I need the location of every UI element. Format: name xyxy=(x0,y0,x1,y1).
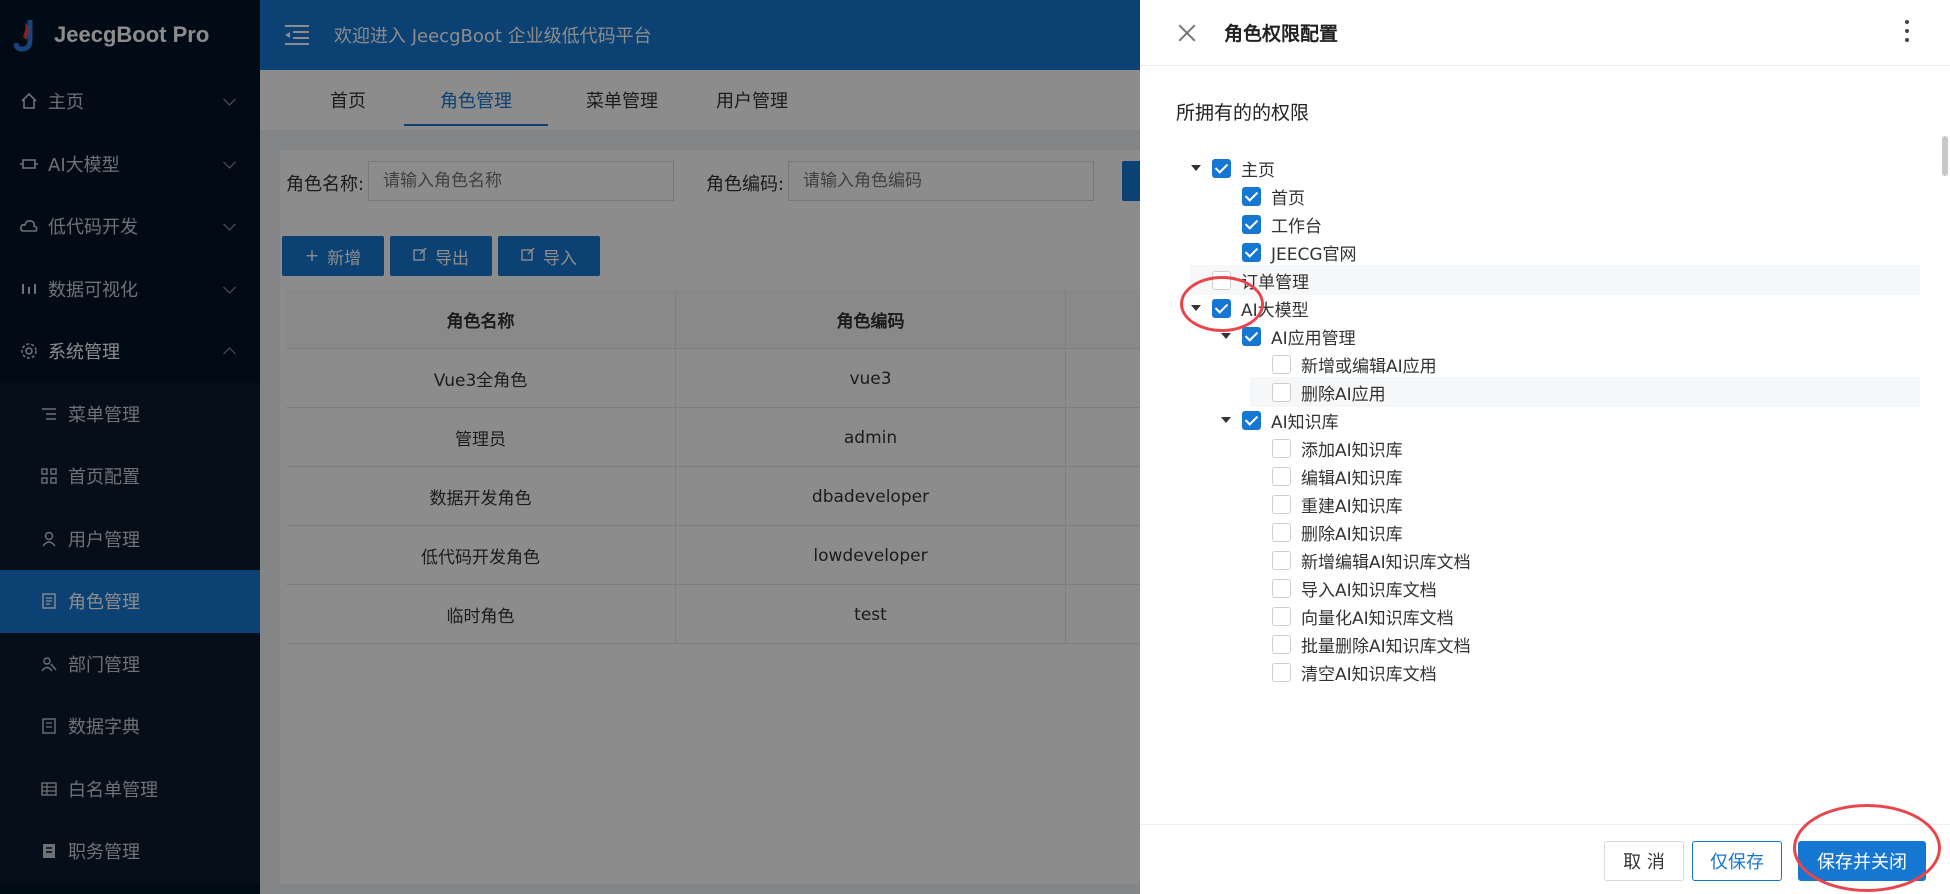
tree-node-kb-delete[interactable]: 删除AI知识库 xyxy=(1250,517,1403,547)
tree-checkbox[interactable] xyxy=(1272,550,1291,570)
annotation-circle-save-close xyxy=(1793,804,1941,892)
tree-checkbox[interactable] xyxy=(1272,382,1291,402)
tree-checkbox[interactable] xyxy=(1242,186,1261,206)
tree-node-workbench[interactable]: 工作台 xyxy=(1220,209,1322,239)
tree-checkbox[interactable] xyxy=(1212,158,1231,178)
tree-checkbox[interactable] xyxy=(1242,214,1261,234)
tree-node-label: 重建AI知识库 xyxy=(1301,496,1403,517)
tree-checkbox[interactable] xyxy=(1272,578,1291,598)
tree-node-label: 新增或编辑AI应用 xyxy=(1301,356,1437,377)
tree-node-jeecg-site[interactable]: JEECG官网 xyxy=(1220,237,1357,267)
tree-node-orders[interactable]: 订单管理 xyxy=(1190,265,1920,295)
close-icon[interactable] xyxy=(1176,22,1198,44)
tree-checkbox[interactable] xyxy=(1242,242,1261,262)
tree-checkbox[interactable] xyxy=(1272,438,1291,458)
tree-node-kb-edit[interactable]: 编辑AI知识库 xyxy=(1250,461,1403,491)
tree-node-ai-app-edit[interactable]: 新增或编辑AI应用 xyxy=(1250,349,1437,379)
tree-node-label: 主页 xyxy=(1241,160,1275,181)
tree-checkbox[interactable] xyxy=(1242,326,1261,346)
drawer-scrollbar[interactable] xyxy=(1942,136,1948,176)
tree-node-ai-app-delete[interactable]: 删除AI应用 xyxy=(1250,377,1920,407)
tree-node-label: 删除AI知识库 xyxy=(1301,524,1403,545)
tree-node-label: 首页 xyxy=(1271,188,1305,209)
tree-node-label: AI知识库 xyxy=(1271,412,1339,433)
tree-node-ai-kb[interactable]: AI知识库 xyxy=(1220,405,1339,435)
tree-node-label: 删除AI应用 xyxy=(1301,384,1386,405)
tree-checkbox[interactable] xyxy=(1272,522,1291,542)
tree-node-kb-doc-batch-delete[interactable]: 批量删除AI知识库文档 xyxy=(1250,629,1471,659)
tree-node-kb-doc-edit[interactable]: 新增编辑AI知识库文档 xyxy=(1250,545,1471,575)
tree-checkbox[interactable] xyxy=(1242,410,1261,430)
tree-node-home[interactable]: 主页 xyxy=(1190,153,1275,183)
tree-node-kb-doc-import[interactable]: 导入AI知识库文档 xyxy=(1250,573,1437,603)
tree-checkbox[interactable] xyxy=(1272,466,1291,486)
tree-node-label: 批量删除AI知识库文档 xyxy=(1301,636,1471,657)
tree-node-label: 添加AI知识库 xyxy=(1301,440,1403,461)
caret-down-icon[interactable] xyxy=(1220,415,1231,425)
save-only-button[interactable]: 仅保存 xyxy=(1692,841,1782,881)
tree-checkbox[interactable] xyxy=(1272,354,1291,374)
tree-node-kb-add[interactable]: 添加AI知识库 xyxy=(1250,433,1403,463)
tree-checkbox[interactable] xyxy=(1272,662,1291,682)
tree-node-kb-rebuild[interactable]: 重建AI知识库 xyxy=(1250,489,1403,519)
drawer-mask[interactable] xyxy=(0,0,1140,894)
tree-node-kb-doc-clear[interactable]: 清空AI知识库文档 xyxy=(1250,657,1437,687)
tree-checkbox[interactable] xyxy=(1272,634,1291,654)
tree-node-label: 清空AI知识库文档 xyxy=(1301,664,1437,685)
tree-node-label: JEECG官网 xyxy=(1271,244,1357,265)
more-vertical-icon[interactable] xyxy=(1904,20,1910,42)
tree-checkbox[interactable] xyxy=(1272,606,1291,626)
tree-checkbox[interactable] xyxy=(1272,494,1291,514)
drawer-title: 角色权限配置 xyxy=(1224,23,1339,45)
tree-node-label: 编辑AI知识库 xyxy=(1301,468,1403,489)
tree-node-index[interactable]: 首页 xyxy=(1220,181,1305,211)
permission-section-title: 所拥有的的权限 xyxy=(1176,102,1310,124)
drawer-body: 所拥有的的权限 主页 首页 工作台 JEECG官网 订单管理 AI大模型 AI应… xyxy=(1140,66,1950,824)
permission-drawer: 角色权限配置 所拥有的的权限 主页 首页 工作台 JEECG官网 订单管理 AI… xyxy=(1140,0,1950,894)
tree-node-kb-doc-vector[interactable]: 向量化AI知识库文档 xyxy=(1250,601,1454,631)
annotation-circle-orders xyxy=(1180,276,1264,332)
tree-node-label: 新增编辑AI知识库文档 xyxy=(1301,552,1471,573)
tree-node-label: 工作台 xyxy=(1271,216,1322,237)
tree-node-label: 向量化AI知识库文档 xyxy=(1301,608,1454,629)
caret-down-icon[interactable] xyxy=(1220,331,1231,341)
cancel-button[interactable]: 取 消 xyxy=(1604,841,1684,881)
drawer-header: 角色权限配置 xyxy=(1140,0,1950,66)
tree-node-label: AI应用管理 xyxy=(1271,328,1356,349)
tree-node-label: 导入AI知识库文档 xyxy=(1301,580,1437,601)
caret-down-icon[interactable] xyxy=(1190,163,1201,173)
